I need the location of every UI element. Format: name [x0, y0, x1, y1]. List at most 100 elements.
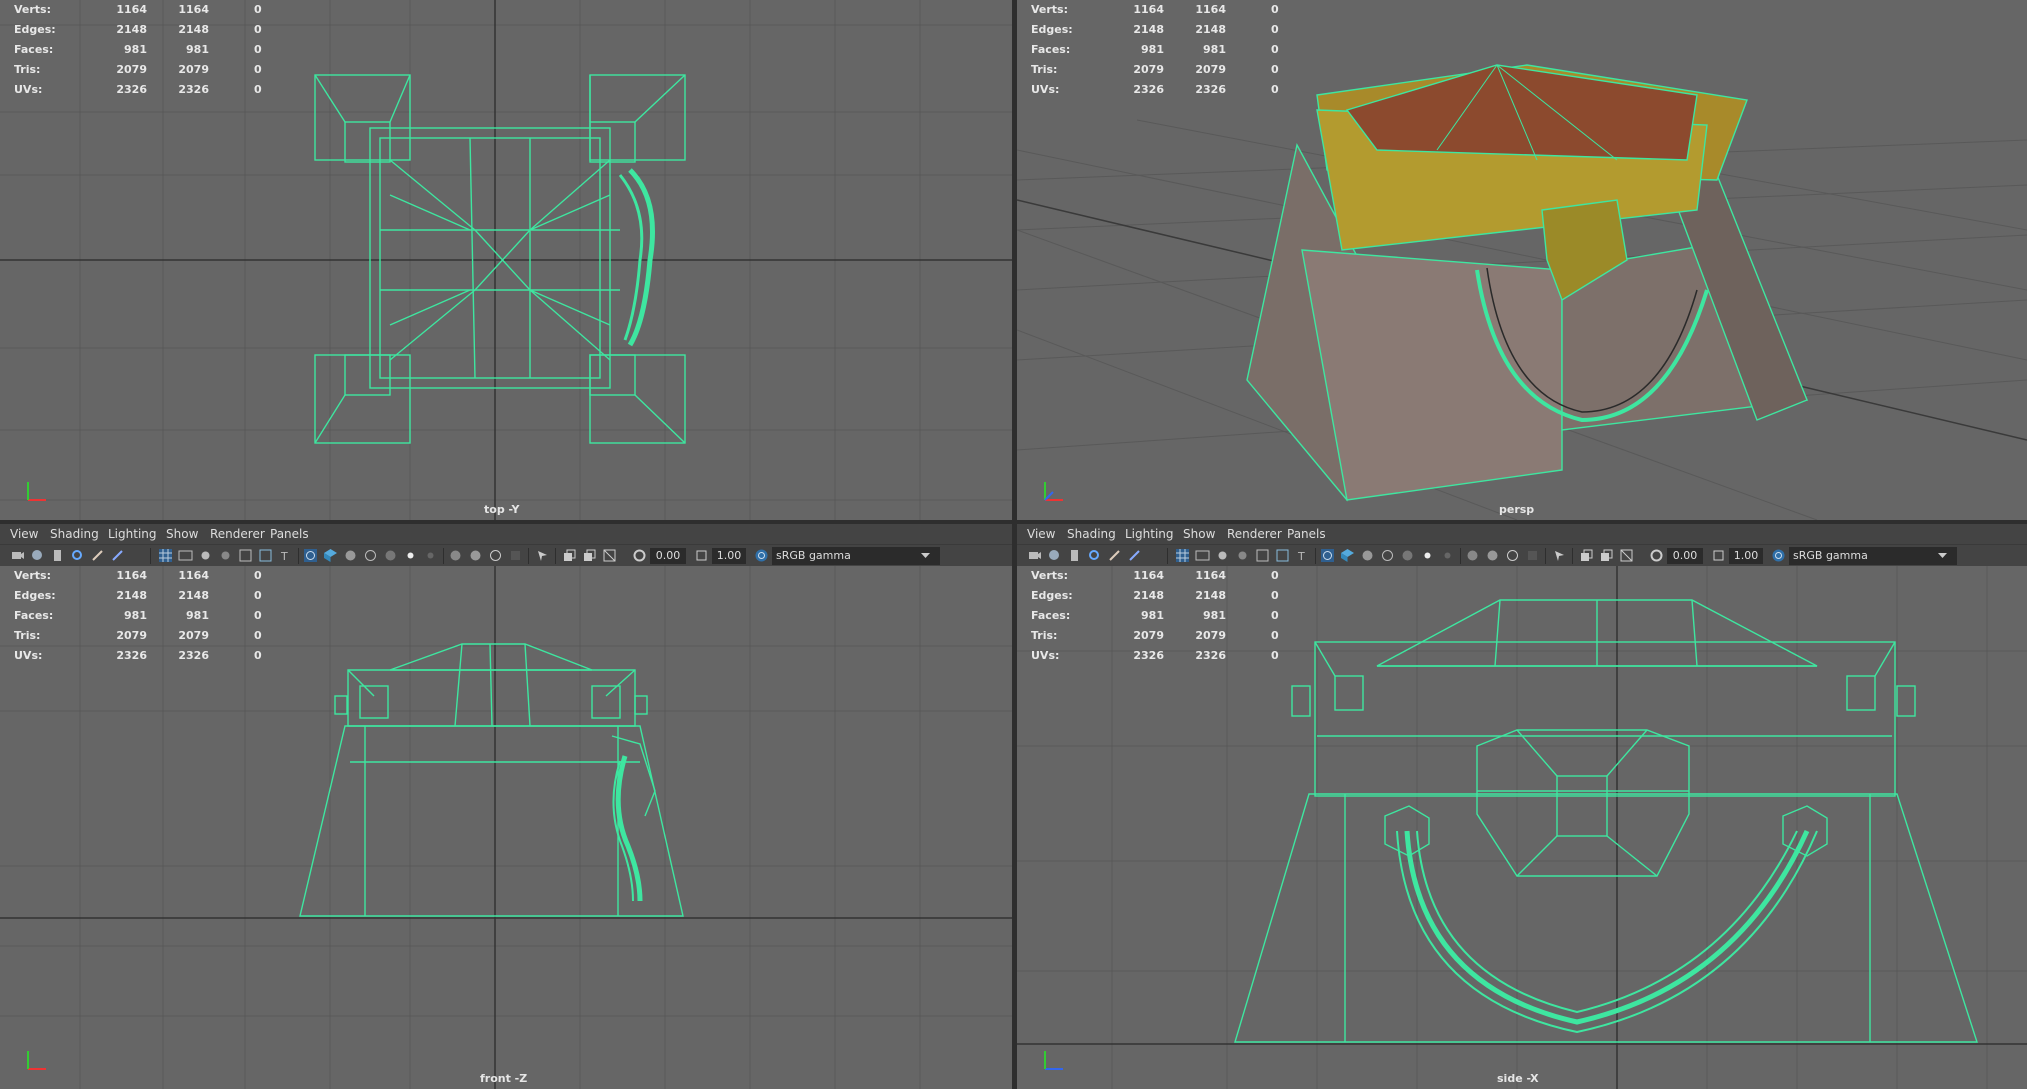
camera-attributes-icon[interactable] — [30, 548, 45, 563]
color-space-select[interactable]: sRGB gamma — [1789, 547, 1957, 565]
isolate-icon[interactable] — [535, 548, 550, 563]
gate-mask-icon[interactable] — [1235, 548, 1250, 563]
viewport-front[interactable]: Verts: 1164 1164 0 Edges: 2148 2148 0 Faces: 98… — [0, 566, 1012, 1089]
color-space-icon[interactable] — [754, 548, 769, 563]
exposure-icon[interactable] — [632, 548, 647, 563]
grid-icon[interactable] — [1175, 548, 1190, 563]
color-space-select[interactable]: sRGB gamma — [772, 547, 940, 565]
svg-text:T: T — [1297, 550, 1305, 563]
viewport-side[interactable]: Verts: 1164 1164 0 Edges: 2148 2148 0 Faces: 98… — [1017, 566, 2027, 1089]
safe-action-icon[interactable] — [258, 548, 273, 563]
menu-renderer[interactable]: Renderer — [210, 527, 265, 541]
smooth-shade-icon[interactable] — [323, 548, 338, 563]
light-icon[interactable] — [1420, 548, 1435, 563]
camera-attributes-icon[interactable] — [1047, 548, 1062, 563]
field-chart-icon[interactable] — [1255, 548, 1270, 563]
anti-alias-icon[interactable] — [488, 548, 503, 563]
chest-wireframe-side — [1234, 599, 1978, 1043]
horizontal-panel-splitter[interactable] — [0, 520, 2027, 524]
menu-shading[interactable]: Shading — [50, 527, 99, 541]
panel-menubar-left: View Shading Lighting Show Renderer Pane… — [0, 524, 1012, 544]
film-gate-icon[interactable] — [178, 548, 193, 563]
menu-show[interactable]: Show — [166, 527, 198, 541]
dropdown-arrow-icon[interactable] — [1935, 548, 1950, 563]
shadow-icon[interactable] — [423, 548, 438, 563]
svg-text:T: T — [280, 550, 288, 563]
camera-resize-icon[interactable] — [1619, 548, 1634, 563]
menu-view[interactable]: View — [1027, 527, 1055, 541]
dof-icon[interactable] — [1525, 548, 1540, 563]
menu-show[interactable]: Show — [1183, 527, 1215, 541]
hud-toggle-icon[interactable] — [562, 548, 577, 563]
grease-pencil-icon[interactable] — [90, 548, 105, 563]
vertical-panel-splitter[interactable] — [1012, 0, 1017, 1089]
menu-view[interactable]: View — [10, 527, 38, 541]
default-material-icon[interactable] — [1360, 548, 1375, 563]
camera-label: front -Z — [480, 1072, 528, 1085]
camera-resize-icon[interactable] — [602, 548, 617, 563]
gamma-icon[interactable] — [1711, 548, 1726, 563]
pan-zoom-icon[interactable] — [70, 548, 85, 563]
viewport2-icon[interactable] — [582, 548, 597, 563]
menu-lighting[interactable]: Lighting — [1125, 527, 1174, 541]
pan-zoom-icon[interactable] — [1087, 548, 1102, 563]
light-icon[interactable] — [403, 548, 418, 563]
poly-count-hud: Verts: 1164 1164 0 Edges: 2148 2148 0 Faces: 98… — [1031, 3, 1279, 96]
motion-blur-icon[interactable] — [468, 548, 483, 563]
gate-mask-icon[interactable] — [218, 548, 233, 563]
exposure-field[interactable]: 0.00 — [650, 548, 686, 564]
grease-pencil-icon[interactable] — [1107, 548, 1122, 563]
bookmark-icon[interactable] — [50, 548, 65, 563]
menu-lighting[interactable]: Lighting — [108, 527, 157, 541]
xray-icon[interactable] — [383, 548, 398, 563]
dropdown-arrow-icon[interactable] — [918, 548, 933, 563]
texture-icon[interactable] — [1380, 548, 1395, 563]
shadow-icon[interactable] — [1440, 548, 1455, 563]
default-material-icon[interactable] — [343, 548, 358, 563]
xray-icon[interactable] — [1400, 548, 1415, 563]
poly-count-hud: Verts: 1164 1164 0 Edges: 2148 2148 0 Faces: 98… — [14, 569, 262, 662]
smooth-shade-icon[interactable] — [1340, 548, 1355, 563]
menu-shading[interactable]: Shading — [1067, 527, 1116, 541]
hud-toggle-icon[interactable] — [1579, 548, 1594, 563]
viewport-top[interactable]: Verts: 1164 1164 0 Edges: 2148 2148 0 Faces: 98… — [0, 0, 1012, 520]
axis-gizmo-icon — [27, 1051, 46, 1070]
chest-textured-persp — [1246, 64, 1809, 502]
axis-gizmo-icon — [1044, 482, 1063, 501]
dof-icon[interactable] — [508, 548, 523, 563]
camera-icon[interactable] — [10, 548, 25, 563]
exposure-field[interactable]: 0.00 — [1667, 548, 1703, 564]
exposure-icon[interactable] — [1649, 548, 1664, 563]
camera-label: top -Y — [484, 503, 520, 516]
gamma-field[interactable]: 1.00 — [1729, 548, 1763, 564]
safe-title-icon[interactable]: T — [278, 548, 293, 563]
film-gate-icon[interactable] — [1195, 548, 1210, 563]
camera-label: persp — [1499, 503, 1535, 516]
safe-title-icon[interactable]: T — [1295, 548, 1310, 563]
motion-blur-icon[interactable] — [1485, 548, 1500, 563]
gamma-field[interactable]: 1.00 — [712, 548, 746, 564]
grid-icon[interactable] — [158, 548, 173, 563]
ambient-occlusion-icon[interactable] — [1465, 548, 1480, 563]
ambient-occlusion-icon[interactable] — [448, 548, 463, 563]
gamma-icon[interactable] — [694, 548, 709, 563]
motion-trail-icon[interactable] — [1127, 548, 1142, 563]
wireframe-icon[interactable] — [1320, 548, 1335, 563]
motion-trail-icon[interactable] — [110, 548, 125, 563]
menu-panels[interactable]: Panels — [1287, 527, 1326, 541]
isolate-icon[interactable] — [1552, 548, 1567, 563]
texture-icon[interactable] — [363, 548, 378, 563]
resolution-gate-icon[interactable] — [1215, 548, 1230, 563]
color-space-icon[interactable] — [1771, 548, 1786, 563]
bookmark-icon[interactable] — [1067, 548, 1082, 563]
wireframe-icon[interactable] — [303, 548, 318, 563]
menu-panels[interactable]: Panels — [270, 527, 309, 541]
field-chart-icon[interactable] — [238, 548, 253, 563]
resolution-gate-icon[interactable] — [198, 548, 213, 563]
camera-icon[interactable] — [1027, 548, 1042, 563]
viewport-persp[interactable]: Verts: 1164 1164 0 Edges: 2148 2148 0 Faces: 98… — [1017, 0, 2027, 520]
menu-renderer[interactable]: Renderer — [1227, 527, 1282, 541]
anti-alias-icon[interactable] — [1505, 548, 1520, 563]
safe-action-icon[interactable] — [1275, 548, 1290, 563]
viewport2-icon[interactable] — [1599, 548, 1614, 563]
